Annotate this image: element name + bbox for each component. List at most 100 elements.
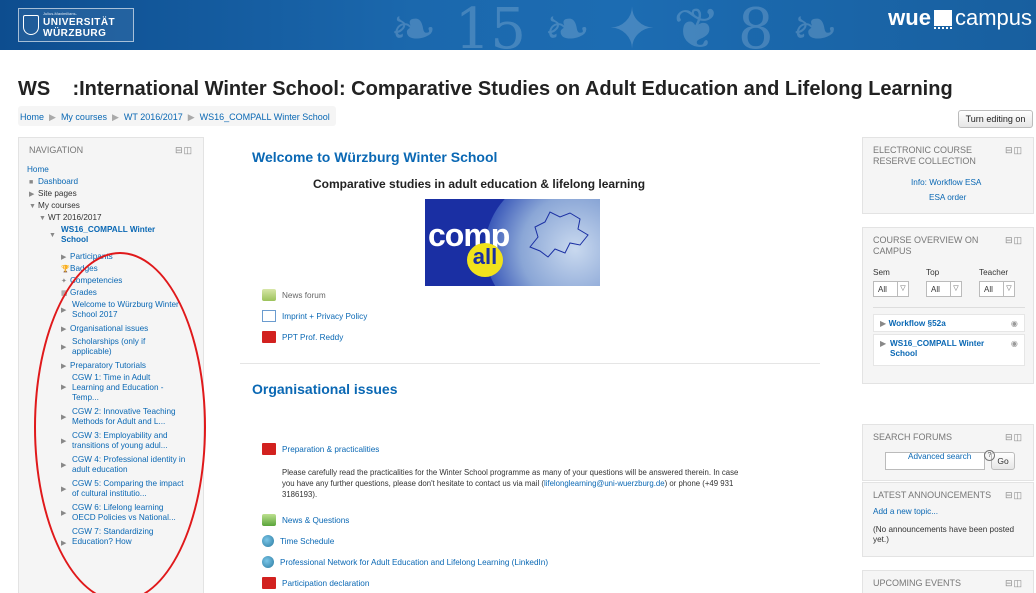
nav-badges[interactable]: Badges <box>70 264 98 273</box>
block-controls-icon[interactable]: ⊟◫ <box>1005 145 1023 156</box>
url-globe-icon <box>262 556 274 568</box>
chevron-right-icon: ▶ <box>880 339 887 348</box>
chevron-right-icon[interactable]: ▶ <box>61 509 70 519</box>
block-controls-icon[interactable]: ⊟◫ <box>1005 490 1023 501</box>
block-controls-icon[interactable]: ⊟◫ <box>1005 432 1023 443</box>
overview-course-name[interactable]: WS16_COMPALL Winter School <box>890 339 995 359</box>
top-label: Top <box>926 268 940 277</box>
chevron-down-icon[interactable]: ▼ <box>29 202 38 212</box>
overview-course-row[interactable]: ▶ Workflow §52a ◉ <box>873 314 1025 332</box>
activity-label[interactable]: Participation declaration <box>282 579 369 588</box>
sem-select[interactable]: All ▽ <box>873 281 909 297</box>
chevron-down-icon: ▽ <box>950 282 961 296</box>
chevron-right-icon[interactable]: ▶ <box>61 539 70 549</box>
section-title-organisational[interactable]: Organisational issues <box>252 381 398 397</box>
wue-logo-light: campus <box>954 5 1032 30</box>
university-logo[interactable]: Julius-Maximilians- UNIVERSITÄT WÜRZBURG <box>18 8 134 42</box>
chevron-right-icon[interactable]: ▶ <box>61 306 70 316</box>
overview-course-row[interactable]: ▶ WS16_COMPALL Winter School ◉ <box>873 334 1025 366</box>
nav-my-courses[interactable]: My courses <box>38 201 80 210</box>
nav-term[interactable]: WT 2016/2017 <box>48 213 102 222</box>
wue-logo-bold: wue <box>888 5 931 30</box>
activity-preparation[interactable]: Preparation & practicalities <box>262 443 379 455</box>
add-new-topic-link[interactable]: Add a new topic... <box>873 507 938 516</box>
turn-editing-on-button[interactable]: Turn editing on <box>958 110 1033 128</box>
block-controls-icon[interactable]: ⊟◫ <box>1005 235 1023 246</box>
activity-news-questions[interactable]: News & Questions <box>262 514 349 526</box>
esa-title: ELECTRONIC COURSE RESERVE COLLECTION <box>873 145 976 166</box>
nav-section-cgw1[interactable]: CGW 1: Time in Adult Learning and Educat… <box>72 373 183 403</box>
nav-grades[interactable]: Grades <box>70 288 97 297</box>
chevron-right-icon[interactable]: ▶ <box>29 190 38 200</box>
overview-divider <box>873 307 1025 308</box>
pdf-icon <box>262 577 276 589</box>
activity-ppt-reddy[interactable]: PPT Prof. Reddy <box>262 331 343 343</box>
email-link[interactable]: lifelonglearning@uni-wuerzburg.de <box>544 479 665 488</box>
nav-section-welcome[interactable]: Welcome to Würzburg Winter School 2017 <box>72 300 196 320</box>
top-select[interactable]: All ▽ <box>926 281 962 297</box>
nav-section-cgw4[interactable]: CGW 4: Professional identity in adult ed… <box>72 455 189 475</box>
eye-icon[interactable]: ◉ <box>1011 339 1018 349</box>
grades-table-icon: ▦ <box>61 290 68 297</box>
chevron-down-icon[interactable]: ▼ <box>49 231 58 241</box>
block-controls-icon[interactable]: ⊟◫ <box>1005 578 1023 589</box>
navigation-title: NAVIGATION <box>29 145 84 155</box>
activity-participation[interactable]: Participation declaration <box>262 577 369 589</box>
nav-competencies[interactable]: Competencies <box>70 276 122 285</box>
nav-participants[interactable]: Participants <box>70 252 113 261</box>
section-title-welcome[interactable]: Welcome to Würzburg Winter School <box>252 149 497 165</box>
nav-course[interactable]: WS16_COMPALL Winter School <box>61 225 169 245</box>
esa-order-link[interactable]: ESA order <box>929 193 966 202</box>
nav-section-cgw3[interactable]: CGW 3: Employability and transitions of … <box>72 431 189 451</box>
advanced-search-link[interactable]: Advanced search <box>908 452 971 461</box>
esa-info-link[interactable]: Info: Workflow ESA <box>911 178 981 187</box>
wuecampus-logo[interactable]: wue campus <box>888 5 1032 39</box>
nav-site-pages[interactable]: Site pages <box>38 189 77 198</box>
teacher-label: Teacher <box>979 268 1009 277</box>
chevron-right-icon[interactable]: ▶ <box>61 362 70 372</box>
block-controls-icon[interactable]: ⊟◫ <box>175 145 193 156</box>
teacher-select[interactable]: All ▽ <box>979 281 1015 297</box>
nav-section-organisational[interactable]: Organisational issues <box>70 324 148 333</box>
breadcrumb: Home ▶ My courses ▶ WT 2016/2017 ▶ WS16_COMPAL… <box>18 106 1018 130</box>
activity-time-schedule[interactable]: Time Schedule <box>262 535 334 547</box>
breadcrumb-my-courses[interactable]: My courses <box>61 112 107 122</box>
breadcrumb-course[interactable]: WS16_COMPALL Winter School <box>200 112 330 122</box>
chevron-right-icon[interactable]: ▶ <box>61 253 70 263</box>
nav-section-cgw2[interactable]: CGW 2: Innovative Teaching Methods for A… <box>72 407 189 427</box>
activity-label[interactable]: PPT Prof. Reddy <box>282 333 343 342</box>
chevron-down-icon[interactable]: ▼ <box>39 214 48 224</box>
forum-icon <box>262 514 276 526</box>
chevron-right-icon[interactable]: ▶ <box>61 383 70 393</box>
breadcrumb-term[interactable]: WT 2016/2017 <box>124 112 183 122</box>
activity-label[interactable]: News & Questions <box>282 516 349 525</box>
eye-icon[interactable]: ◉ <box>1011 319 1018 329</box>
trophy-icon: 🏆 <box>61 266 70 273</box>
nav-section-cgw5[interactable]: CGW 5: Comparing the impact of cultural … <box>72 479 189 499</box>
chevron-right-icon[interactable]: ▶ <box>61 325 70 335</box>
activity-imprint[interactable]: Imprint + Privacy Policy <box>262 310 367 322</box>
chevron-right-icon[interactable]: ▶ <box>61 413 70 423</box>
chevron-right-icon[interactable]: ▶ <box>61 437 70 447</box>
breadcrumb-separator-icon: ▶ <box>111 112 119 122</box>
activity-label[interactable]: Time Schedule <box>280 537 334 546</box>
nav-section-cgw6[interactable]: CGW 6: Lifelong learning OECD Policies v… <box>72 503 189 523</box>
latest-announcements-block: LATEST ANNOUNCEMENTS ⊟◫ Add a new topic.… <box>862 482 1034 557</box>
nav-section-scholarships[interactable]: Scholarships (only if applicable) <box>72 337 181 357</box>
help-icon[interactable]: ? <box>984 450 995 461</box>
chevron-right-icon[interactable]: ▶ <box>61 485 70 495</box>
nav-dashboard[interactable]: Dashboard <box>38 177 78 186</box>
nav-section-preparatory[interactable]: Preparatory Tutorials <box>70 361 146 370</box>
overview-course-name[interactable]: Workflow §52a <box>889 319 946 328</box>
activity-label[interactable]: Preparation & practicalities <box>282 445 379 454</box>
activity-label[interactable]: Imprint + Privacy Policy <box>282 312 367 321</box>
breadcrumb-home[interactable]: Home <box>20 112 44 122</box>
activity-news-forum[interactable]: News forum <box>262 289 326 301</box>
teacher-select-value: All <box>984 285 993 294</box>
nav-home[interactable]: Home <box>27 165 49 174</box>
chevron-right-icon[interactable]: ▶ <box>61 343 70 353</box>
activity-label[interactable]: Professional Network for Adult Education… <box>280 558 548 567</box>
nav-section-cgw7[interactable]: CGW 7: Standardizing Education? How <box>72 527 179 547</box>
activity-linkedin[interactable]: Professional Network for Adult Education… <box>262 556 548 568</box>
chevron-right-icon[interactable]: ▶ <box>61 461 70 471</box>
